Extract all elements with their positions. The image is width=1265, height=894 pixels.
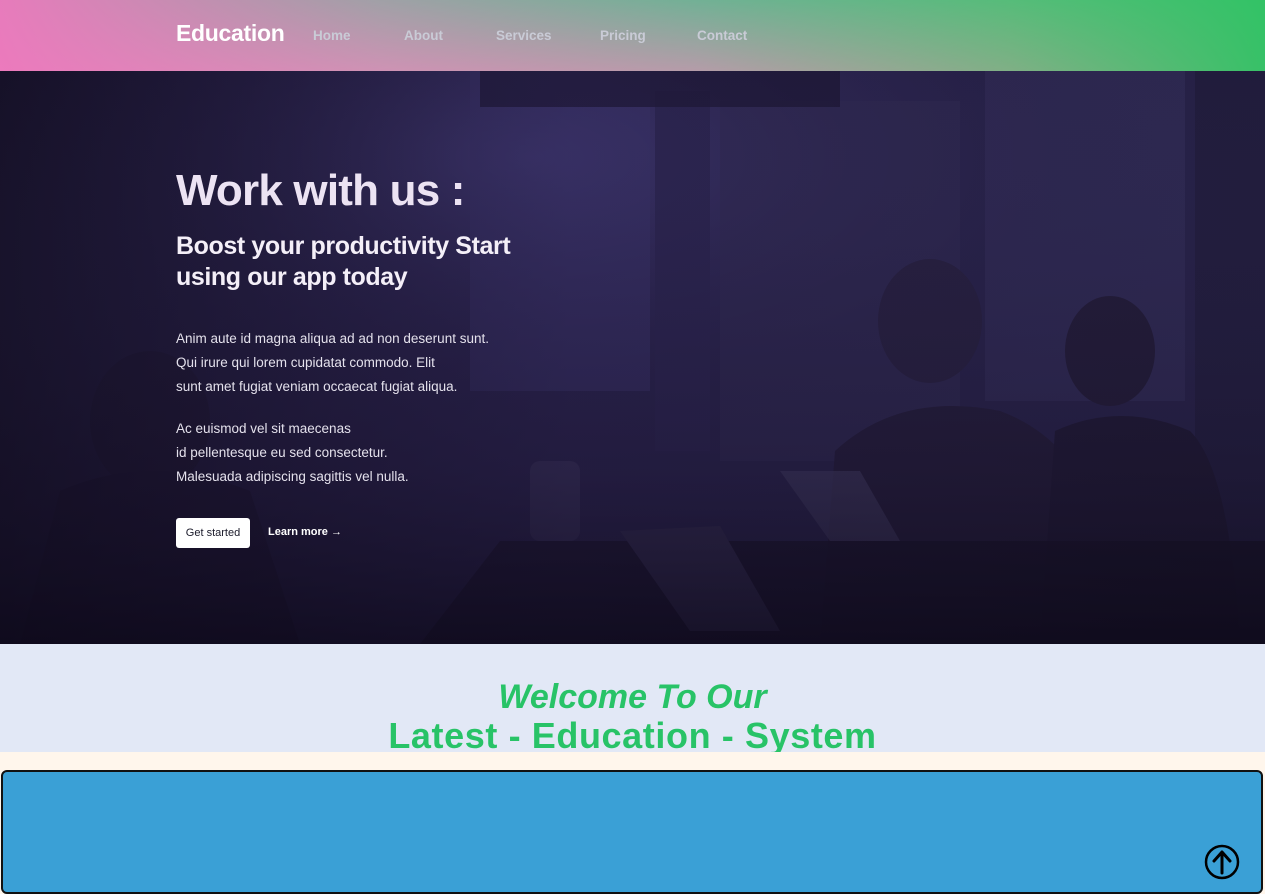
- hero-paragraph-line: Ac euismod vel sit maecenas: [176, 421, 351, 436]
- hero-paragraph-2: Ac euismod vel sit maecenas id pellentes…: [176, 417, 596, 489]
- hero-paragraph-line: id pellentesque eu sed consectetur.: [176, 445, 388, 460]
- nav-link-services[interactable]: Services: [496, 28, 552, 43]
- nav-link-about[interactable]: About: [404, 28, 443, 43]
- hero-title: Work with us :: [176, 166, 465, 215]
- hero-paragraph-line: Qui irure qui lorem cupidatat commodo. E…: [176, 355, 435, 370]
- nav-link-pricing[interactable]: Pricing: [600, 28, 646, 43]
- hero-paragraph-line: Anim aute id magna aliqua ad ad non dese…: [176, 331, 489, 346]
- blue-content-card: [1, 770, 1263, 894]
- learn-more-link[interactable]: Learn more →: [268, 526, 342, 538]
- arrow-up-circle-icon[interactable]: [1204, 844, 1240, 880]
- hero-paragraph-1: Anim aute id magna aliqua ad ad non dese…: [176, 327, 596, 399]
- nav-link-home[interactable]: Home: [313, 28, 351, 43]
- hero-paragraph-line: Malesuada adipiscing sagittis vel nulla.: [176, 469, 409, 484]
- navbar: Education Home About Services Pricing Co…: [0, 0, 1265, 71]
- hero-subtitle: Boost your productivity Start using our …: [176, 232, 511, 291]
- get-started-button[interactable]: Get started: [176, 518, 250, 548]
- hero-section: Work with us : Boost your productivity S…: [0, 71, 1265, 644]
- brand-logo[interactable]: Education: [176, 20, 285, 47]
- welcome-section: Welcome To Our Latest - Education - Syst…: [0, 644, 1265, 756]
- hero-paragraph-line: sunt amet fugiat veniam occaecat fugiat …: [176, 379, 458, 394]
- nav-link-contact[interactable]: Contact: [697, 28, 747, 43]
- welcome-heading: Welcome To Our: [498, 678, 767, 716]
